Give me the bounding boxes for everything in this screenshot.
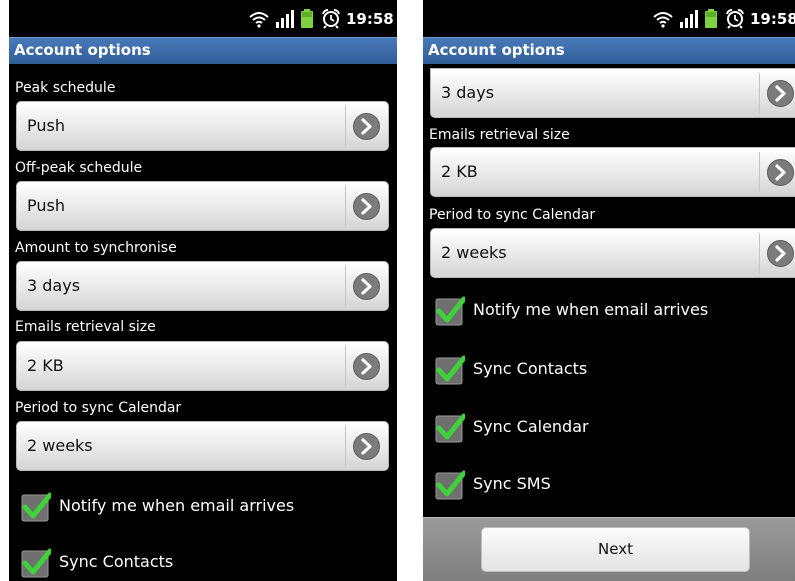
emails-retrieval-size-dropdown[interactable]: 2 KB [430,147,795,197]
period-to-sync-calendar-label: Period to sync Calendar [429,207,596,223]
next-button[interactable]: Next [481,527,750,572]
status-time: 19:58 [750,9,795,28]
dropdown-divider [759,73,760,113]
dropdown-value: 2 weeks [27,436,93,455]
status-time: 19:58 [346,9,394,28]
period-to-sync-calendar-dropdown[interactable]: 2 weeks [430,228,795,278]
dropdown-divider [759,233,760,273]
checkbox-checked-icon[interactable] [21,548,51,578]
chevron-right-icon[interactable] [353,113,380,140]
dropdown-divider [345,106,346,146]
chevron-right-icon[interactable] [353,273,380,300]
period-to-sync-calendar-label: Period to sync Calendar [15,400,182,416]
off-peak-schedule-dropdown[interactable]: Push [16,181,389,231]
peak-schedule-dropdown[interactable]: Push [16,101,389,151]
emails-retrieval-size-dropdown[interactable]: 2 KB [16,341,389,391]
checkbox-label: Sync Calendar [473,417,589,436]
dropdown-divider [759,152,760,192]
chevron-right-icon[interactable] [353,193,380,220]
checkbox-label: Sync Contacts [473,359,588,378]
checkbox-checked-icon[interactable] [435,296,465,326]
dropdown-divider [345,186,346,226]
emails-retrieval-size-label: Emails retrieval size [429,127,570,143]
chevron-right-icon[interactable] [353,353,380,380]
page-title: Account options [14,41,151,59]
amount-to-synchronise-label: Amount to synchronise [15,240,177,256]
checkbox-checked-icon[interactable] [435,470,465,500]
dropdown-value: 2 KB [441,162,478,181]
checkbox-label: Notify me when email arrives [473,300,709,319]
amount-to-synchronise-dropdown[interactable]: 3 days [16,261,389,311]
wifi-icon [248,0,270,37]
checkbox-label: Notify me when email arrives [59,496,295,515]
left-phone-screen: 19:58 Account options Peak schedule Push… [9,0,397,581]
signal-icon [276,0,294,37]
page-title: Account options [428,41,565,59]
next-button-label: Next [598,540,633,558]
dropdown-divider [345,346,346,386]
dropdown-value: 2 KB [27,356,64,375]
chevron-right-icon[interactable] [767,159,794,186]
wifi-icon [652,0,674,37]
dropdown-value: 3 days [441,83,495,102]
dropdown-divider [345,426,346,466]
dropdown-divider [345,266,346,306]
alarm-icon [726,0,744,37]
period-to-sync-calendar-dropdown[interactable]: 2 weeks [16,421,389,471]
checkbox-label: Sync SMS [473,474,551,493]
dropdown-value: 2 weeks [441,243,507,262]
status-bar: 19:58 [9,0,397,37]
dropdown-value: Push [27,196,65,215]
peak-schedule-label: Peak schedule [15,80,116,96]
chevron-right-icon[interactable] [353,433,380,460]
checkbox-checked-icon[interactable] [21,492,51,522]
amount-to-synchronise-dropdown[interactable]: 3 days [430,68,795,118]
bottom-action-bar: Next [423,517,795,581]
dropdown-value: 3 days [27,276,81,295]
chevron-right-icon[interactable] [767,80,794,107]
alarm-icon [322,0,340,37]
emails-retrieval-size-label: Emails retrieval size [15,319,156,335]
dropdown-value: Push [27,116,65,135]
status-bar: 19:58 [423,0,795,37]
checkbox-label: Sync Contacts [59,552,174,571]
chevron-right-icon[interactable] [767,240,794,267]
title-bar: Account options [9,37,397,64]
signal-icon [680,0,698,37]
title-bar: Account options [423,37,795,64]
checkbox-checked-icon[interactable] [435,413,465,443]
right-phone-screen: 19:58 Account options 3 days Emails retr… [423,0,795,581]
checkbox-checked-icon[interactable] [435,355,465,385]
off-peak-schedule-label: Off-peak schedule [15,160,143,176]
battery-icon [301,0,313,37]
battery-icon [705,0,717,37]
